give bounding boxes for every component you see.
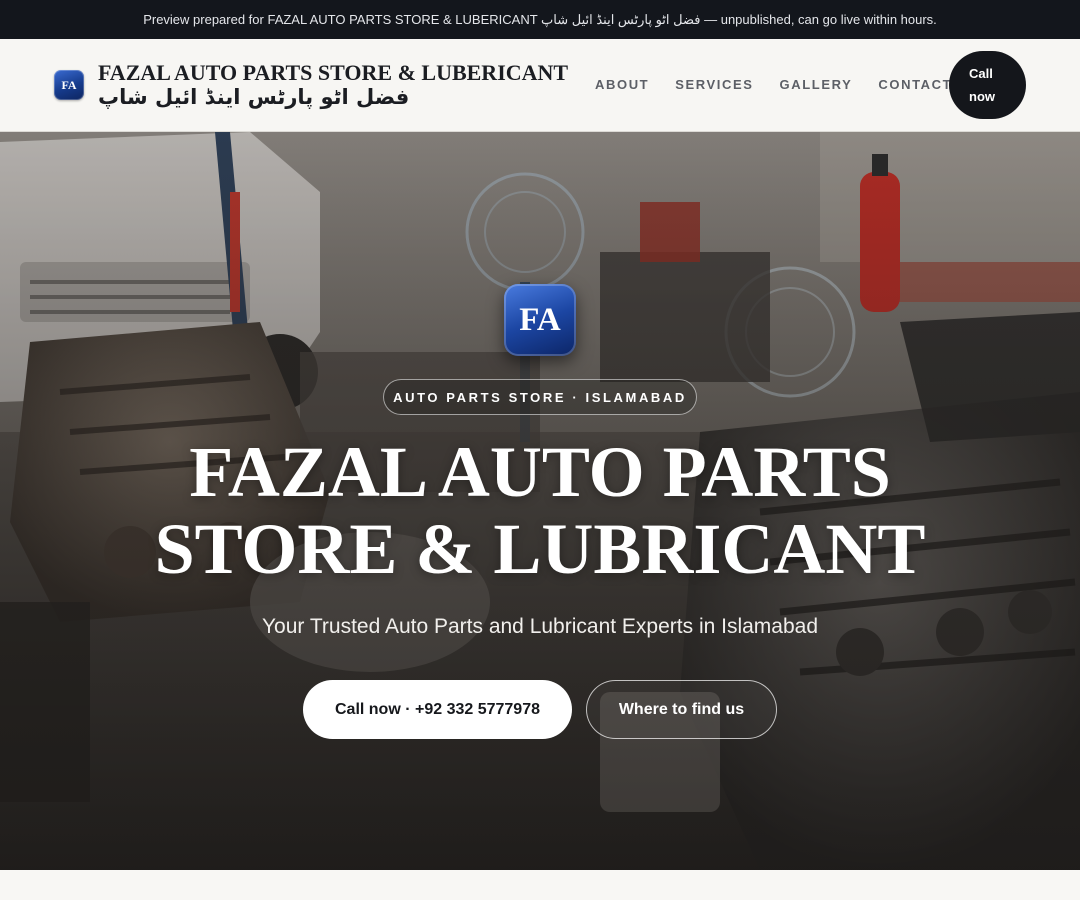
next-section-top xyxy=(0,870,1080,900)
nav-about[interactable]: ABOUT xyxy=(595,76,649,94)
hero-section: FA AUTO PARTS STORE · ISLAMABAD FAZAL AU… xyxy=(0,132,1080,870)
call-now-line2: now xyxy=(969,89,995,104)
main-nav: ABOUT SERVICES GALLERY CONTACT xyxy=(595,76,952,94)
hero-subtitle: Your Trusted Auto Parts and Lubricant Ex… xyxy=(261,615,819,638)
site-header: FA FAZAL AUTO PARTS STORE & LUBERICANT ف… xyxy=(0,39,1080,132)
nav-services[interactable]: SERVICES xyxy=(675,76,753,94)
hero-title-line2: STORE & LUBRICANT xyxy=(154,509,926,589)
call-now-button[interactable]: Call now xyxy=(949,51,1026,119)
call-now-line1: Call xyxy=(969,66,993,81)
preview-banner: Preview prepared for FAZAL AUTO PARTS ST… xyxy=(0,0,1080,39)
preview-banner-text: Preview prepared for FAZAL AUTO PARTS ST… xyxy=(143,11,937,27)
hero-logo-initials: FA xyxy=(519,301,561,338)
brand-name-urdu[interactable]: فضل اٹو پارٹس اینڈ ائیل شاپ xyxy=(98,84,409,110)
brand-name[interactable]: FAZAL AUTO PARTS STORE & LUBERICANT xyxy=(98,61,568,85)
call-now-phone-button[interactable]: Call now · +92 332 5777978 xyxy=(303,680,572,739)
where-to-find-us-button[interactable]: Where to find us xyxy=(586,680,777,739)
nav-contact[interactable]: CONTACT xyxy=(878,76,952,94)
nav-gallery[interactable]: GALLERY xyxy=(780,76,853,94)
logo-initials: FA xyxy=(61,77,77,92)
hero-tagline: AUTO PARTS STORE · ISLAMABAD xyxy=(383,379,697,415)
fa-logo-icon[interactable]: FA xyxy=(54,70,84,100)
fa-logo-icon: FA xyxy=(504,284,576,356)
hero-title-line1: FAZAL AUTO PARTS xyxy=(189,432,891,512)
hero-title: FAZAL AUTO PARTS STORE & LUBRICANT xyxy=(90,434,990,588)
